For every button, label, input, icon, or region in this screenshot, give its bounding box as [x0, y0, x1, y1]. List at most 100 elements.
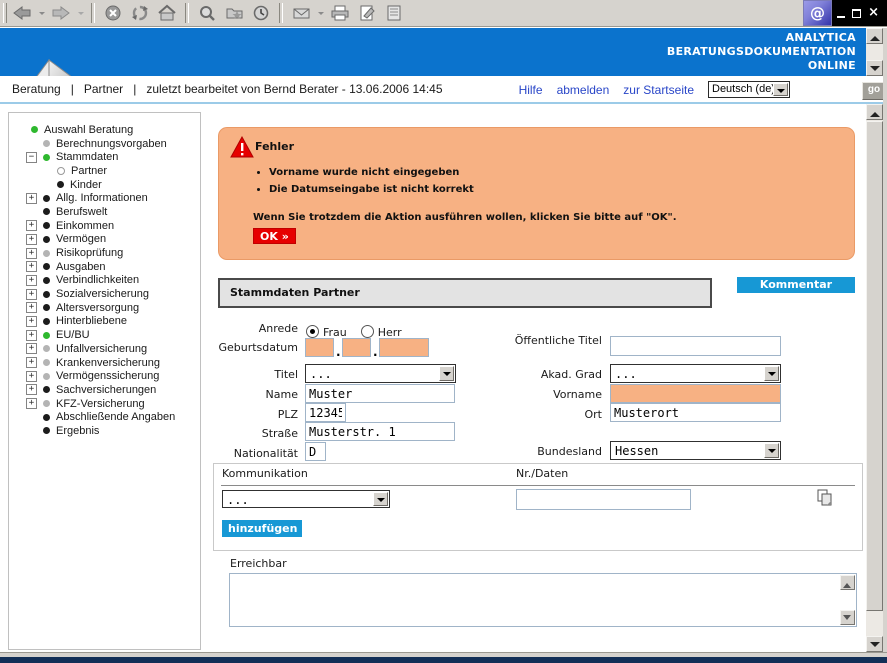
expand-icon[interactable]: +	[26, 220, 37, 231]
sidebar-item-label[interactable]: Vermögen	[56, 233, 106, 245]
scroll-up-icon[interactable]	[840, 575, 855, 590]
stop-icon[interactable]	[101, 2, 125, 24]
nr-daten-field[interactable]	[516, 489, 691, 510]
bundesland-select[interactable]: Hessen	[610, 441, 781, 460]
sidebar-item-label[interactable]: Partner	[71, 165, 107, 177]
hilfe-link[interactable]: Hilfe	[519, 83, 543, 97]
expand-icon[interactable]: +	[26, 289, 37, 300]
sidebar-item[interactable]: +KFZ-Versicherung	[9, 397, 200, 411]
forward-icon[interactable]	[49, 2, 73, 24]
sidebar-item[interactable]: +Vermögenssicherung	[9, 369, 200, 383]
name-field[interactable]	[305, 384, 455, 403]
geburtsdatum-month-field[interactable]	[342, 338, 371, 357]
back-icon[interactable]	[10, 2, 34, 24]
herr-radio[interactable]	[361, 325, 374, 338]
vorname-field[interactable]	[610, 384, 781, 403]
titel-select[interactable]: ...	[305, 364, 456, 383]
sidebar-item-label[interactable]: Berufswelt	[56, 206, 107, 218]
scroll-down-icon[interactable]	[840, 610, 855, 625]
forward-history-dropdown-icon[interactable]	[76, 2, 85, 24]
scroll-up-icon[interactable]	[866, 28, 883, 44]
history-icon[interactable]	[249, 2, 273, 24]
expand-icon[interactable]: +	[26, 234, 37, 245]
dropdown-arrow-icon[interactable]	[764, 366, 779, 381]
discuss-icon[interactable]	[382, 2, 406, 24]
edit-icon[interactable]	[355, 2, 379, 24]
home-icon[interactable]	[155, 2, 179, 24]
akad-grad-select[interactable]: ...	[610, 364, 781, 383]
erreichbar-textarea[interactable]	[229, 573, 857, 627]
sidebar-item[interactable]: Ergebnis	[9, 424, 200, 438]
sidebar-item[interactable]: Berechnungsvorgaben	[9, 137, 200, 151]
page-scrollbar[interactable]	[866, 104, 883, 652]
dropdown-arrow-icon[interactable]	[373, 492, 388, 506]
expand-icon[interactable]: +	[26, 261, 37, 272]
sidebar-item-label[interactable]: Altersversorgung	[56, 302, 139, 314]
sidebar-item[interactable]: +Altersversorgung	[9, 301, 200, 315]
sidebar-item-label[interactable]: Ergebnis	[56, 425, 99, 437]
plz-field[interactable]	[305, 403, 346, 422]
sidebar-item-label[interactable]: Berechnungsvorgaben	[56, 138, 167, 150]
sidebar-item-label[interactable]: Stammdaten	[56, 151, 118, 163]
sidebar-item[interactable]: +Unfallversicherung	[9, 342, 200, 356]
expand-icon[interactable]: +	[26, 193, 37, 204]
expand-icon[interactable]: +	[26, 357, 37, 368]
sidebar-item[interactable]: + Vermögen	[9, 233, 200, 247]
sidebar-item[interactable]: Kinder	[9, 178, 200, 192]
sidebar-item-label[interactable]: EU/BU	[56, 329, 90, 341]
scroll-down-icon[interactable]	[866, 60, 883, 76]
dropdown-arrow-icon[interactable]	[773, 83, 788, 96]
sidebar-item[interactable]: + Risikoprüfung	[9, 246, 200, 260]
frau-radio[interactable]	[306, 325, 319, 338]
back-history-dropdown-icon[interactable]	[37, 2, 46, 24]
sidebar-item[interactable]: + Krankenversicherung	[9, 356, 200, 370]
sidebar-item-label[interactable]: Risikoprüfung	[56, 247, 123, 259]
sidebar-item[interactable]: −Stammdaten	[9, 150, 200, 164]
refresh-icon[interactable]	[128, 2, 152, 24]
sidebar-item[interactable]: +Sachversicherungen	[9, 383, 200, 397]
scroll-up-icon[interactable]	[866, 104, 883, 120]
search-icon[interactable]	[195, 2, 219, 24]
hinzufuegen-button[interactable]: hinzufügen	[222, 520, 302, 537]
geburtsdatum-year-field[interactable]	[379, 338, 429, 357]
mail-options-dropdown-icon[interactable]	[316, 2, 325, 24]
kommunikation-select[interactable]: ...	[222, 490, 390, 508]
sidebar-item[interactable]: Berufswelt	[9, 205, 200, 219]
breadcrumb-item-beratung[interactable]: Beratung	[12, 82, 61, 96]
dropdown-arrow-icon[interactable]	[764, 443, 779, 458]
expand-icon[interactable]: +	[26, 384, 37, 395]
geburtsdatum-day-field[interactable]	[305, 338, 334, 357]
sidebar-item-label[interactable]: Krankenversicherung	[56, 357, 160, 369]
sidebar-item-label[interactable]: Auswahl Beratung	[44, 124, 133, 136]
expand-icon[interactable]: +	[26, 343, 37, 354]
error-ok-button[interactable]: OK »	[253, 228, 296, 244]
language-select[interactable]: Deutsch (de)	[708, 81, 790, 98]
sidebar-item[interactable]: Auswahl Beratung	[9, 123, 200, 137]
mail-icon[interactable]	[289, 2, 313, 24]
startseite-link[interactable]: zur Startseite	[623, 83, 694, 97]
sidebar-item[interactable]: +Ausgaben	[9, 260, 200, 274]
oeffentliche-titel-field[interactable]	[610, 336, 781, 356]
sidebar-item-label[interactable]: Abschließende Angaben	[56, 411, 175, 423]
expand-icon[interactable]: +	[26, 248, 37, 259]
print-icon[interactable]	[328, 2, 352, 24]
sidebar-item[interactable]: +Allg. Informationen	[9, 191, 200, 205]
minimize-icon[interactable]	[837, 8, 845, 18]
sidebar-item[interactable]: +Verbindlichkeiten	[9, 274, 200, 288]
copy-icon[interactable]	[817, 489, 834, 510]
sidebar-item-label[interactable]: Sozialversicherung	[56, 288, 149, 300]
breadcrumb-item-partner[interactable]: Partner	[84, 82, 123, 96]
nationalitaet-field[interactable]	[305, 442, 326, 461]
close-icon[interactable]: ×	[868, 7, 879, 19]
sidebar-item-label[interactable]: Kinder	[70, 179, 102, 191]
sidebar-item[interactable]: + Einkommen	[9, 219, 200, 233]
favorites-icon[interactable]	[222, 2, 246, 24]
scroll-down-icon[interactable]	[866, 636, 883, 652]
sidebar-item-label[interactable]: Einkommen	[56, 220, 114, 232]
sidebar-item[interactable]: Abschließende Angaben	[9, 410, 200, 424]
header-scrollbar[interactable]	[866, 28, 883, 76]
scrollbar-thumb[interactable]	[866, 121, 883, 611]
sidebar-item-label[interactable]: KFZ-Versicherung	[56, 398, 145, 410]
sidebar-item[interactable]: Partner	[9, 164, 200, 178]
expand-icon[interactable]: +	[26, 275, 37, 286]
